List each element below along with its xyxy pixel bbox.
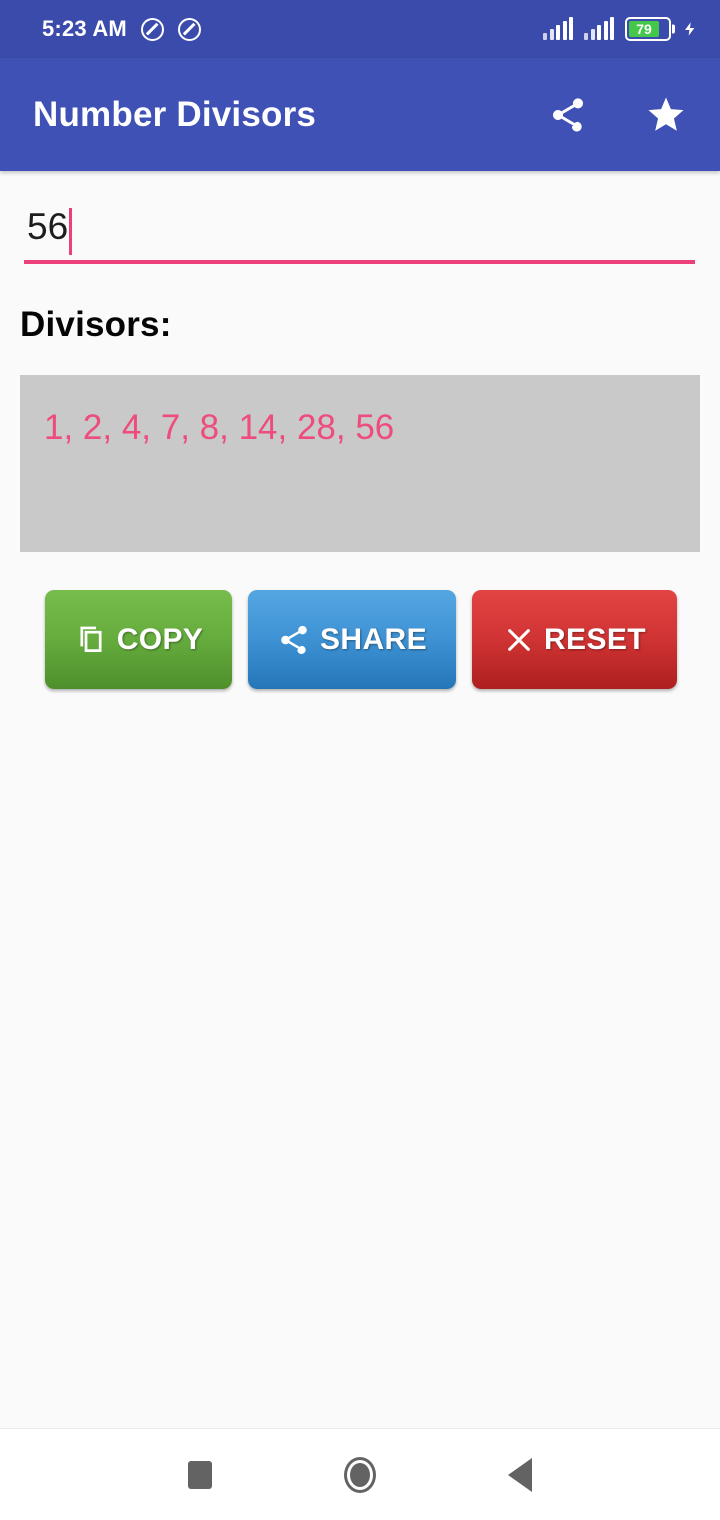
status-bar: 5:23 AM 79 — [0, 0, 720, 58]
app-root: 5:23 AM 79 Number Divisors 56 Divisors: … — [0, 0, 720, 1520]
number-input-value-row[interactable]: 56 — [24, 196, 695, 258]
do-not-disturb-icon — [140, 17, 164, 41]
share-button[interactable]: SHARE — [248, 590, 456, 689]
app-bar: Number Divisors — [0, 58, 720, 171]
battery-level-label: 79 — [636, 21, 652, 37]
square-icon — [188, 1460, 212, 1489]
signal-strength-icon-sim2 — [584, 17, 614, 40]
divisors-result-text: 1, 2, 4, 7, 8, 14, 28, 56 — [44, 408, 395, 447]
charging-bolt-icon — [685, 22, 695, 36]
reset-button-label: RESET — [543, 622, 647, 656]
input-underline — [24, 260, 695, 264]
reset-button[interactable]: RESET — [472, 590, 677, 689]
copy-button-label: COPY — [116, 622, 204, 656]
battery-fill: 79 — [629, 21, 660, 37]
back-button[interactable] — [490, 1445, 550, 1505]
page-title: Number Divisors — [33, 94, 317, 134]
share-button-label: SHARE — [319, 622, 427, 656]
status-bar-left: 5:23 AM — [42, 16, 201, 42]
action-button-row: COPY SHARE RESET — [45, 590, 677, 689]
share-icon[interactable] — [544, 91, 592, 139]
status-bar-clock: 5:23 AM — [42, 16, 127, 41]
triangle-back-icon — [508, 1457, 532, 1492]
home-button[interactable] — [330, 1445, 390, 1505]
number-input-value: 56 — [27, 206, 69, 247]
star-icon[interactable] — [642, 91, 690, 139]
divisors-result-box[interactable]: 1, 2, 4, 7, 8, 14, 28, 56 — [20, 375, 700, 552]
text-cursor — [69, 207, 73, 255]
android-navigation-bar — [0, 1428, 720, 1520]
signal-strength-icon-sim1 — [543, 17, 573, 40]
battery-icon: 79 — [625, 17, 671, 41]
copy-icon — [80, 626, 102, 652]
status-bar-right: 79 — [543, 17, 698, 41]
do-not-disturb-icon — [177, 17, 201, 41]
number-input-field[interactable]: 56 — [24, 196, 695, 264]
share-icon — [281, 625, 307, 654]
app-bar-actions — [544, 91, 690, 139]
circle-icon — [344, 1456, 376, 1493]
divisors-label: Divisors: — [20, 305, 172, 344]
recents-button[interactable] — [170, 1445, 230, 1505]
close-icon — [508, 628, 530, 651]
copy-button[interactable]: COPY — [45, 590, 232, 689]
